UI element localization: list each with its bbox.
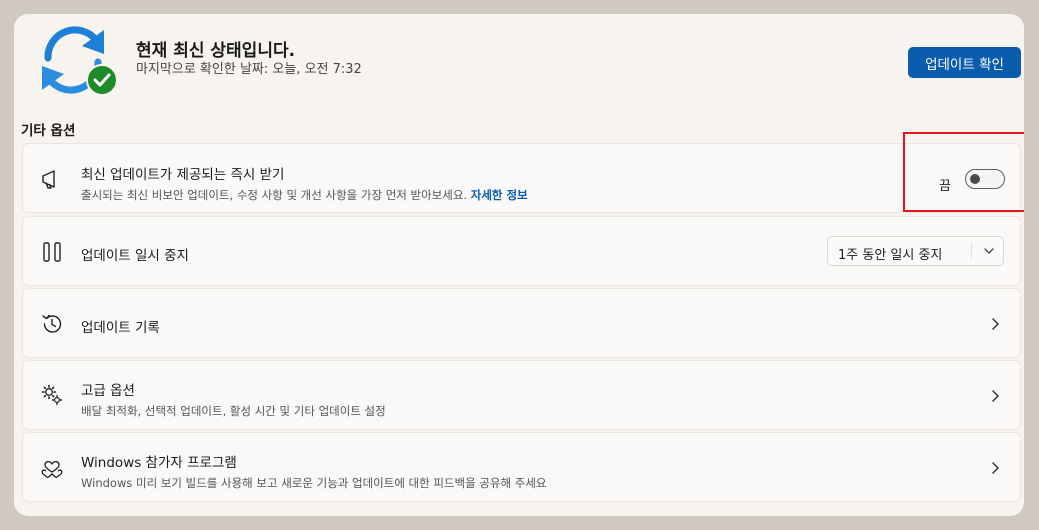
advanced-options-title: 고급 옵션 <box>81 383 135 399</box>
pause-updates-card[interactable]: 업데이트 일시 중지 1주 동안 일시 중지 <box>22 216 1021 286</box>
megaphone-icon <box>42 170 55 189</box>
insider-program-desc: Windows 미리 보기 빌드를 사용해 보고 새로운 기능과 업데이트에 대… <box>81 476 547 490</box>
latest-updates-desc: 출시되는 최신 비보안 업데이트, 수정 사항 및 개선 사항을 가장 먼저 받… <box>81 187 528 203</box>
latest-updates-card: 최신 업데이트가 제공되는 즉시 받기 출시되는 최신 비보안 업데이트, 수정… <box>22 143 1021 213</box>
settings-window: 현재 최신 상태입니다. 마지막으로 확인한 날짜: 오늘, 오전 7:32 업… <box>14 14 1024 516</box>
advanced-options-desc: 배달 최적화, 선택적 업데이트, 활성 시간 및 기타 업데이트 설정 <box>81 404 386 418</box>
chevron-down-icon <box>984 248 994 254</box>
pause-updates-title: 업데이트 일시 중지 <box>81 248 189 264</box>
section-heading: 기타 옵션 <box>21 123 76 139</box>
highlight-box <box>903 132 1024 212</box>
chevron-right-icon <box>992 390 999 402</box>
advanced-options-card[interactable]: 고급 옵션 배달 최적화, 선택적 업데이트, 활성 시간 및 기타 업데이트 … <box>22 360 1021 430</box>
pause-icon <box>43 242 61 262</box>
pause-duration-dropdown[interactable]: 1주 동안 일시 중지 <box>827 236 1004 266</box>
check-updates-button[interactable]: 업데이트 확인 <box>908 47 1021 78</box>
history-icon <box>42 314 62 333</box>
gears-icon <box>41 384 63 406</box>
dropdown-separator <box>971 242 972 260</box>
chevron-right-icon <box>992 462 999 474</box>
insider-hearts-icon <box>41 461 63 479</box>
chevron-right-icon <box>992 318 999 330</box>
pause-duration-value: 1주 동안 일시 중지 <box>838 248 943 263</box>
sync-check-icon <box>42 26 118 96</box>
last-checked-text: 마지막으로 확인한 날짜: 오늘, 오전 7:32 <box>136 62 362 77</box>
update-history-title: 업데이트 기록 <box>81 320 160 336</box>
latest-updates-desc-text: 출시되는 최신 비보안 업데이트, 수정 사항 및 개선 사항을 가장 먼저 받… <box>81 188 468 202</box>
update-history-card[interactable]: 업데이트 기록 <box>22 288 1021 358</box>
insider-program-card[interactable]: Windows 참가자 프로그램 Windows 미리 보기 빌드를 사용해 보… <box>22 432 1021 502</box>
latest-updates-title: 최신 업데이트가 제공되는 즉시 받기 <box>81 167 285 183</box>
learn-more-link[interactable]: 자세한 정보 <box>471 188 528 202</box>
insider-program-title: Windows 참가자 프로그램 <box>81 455 237 471</box>
